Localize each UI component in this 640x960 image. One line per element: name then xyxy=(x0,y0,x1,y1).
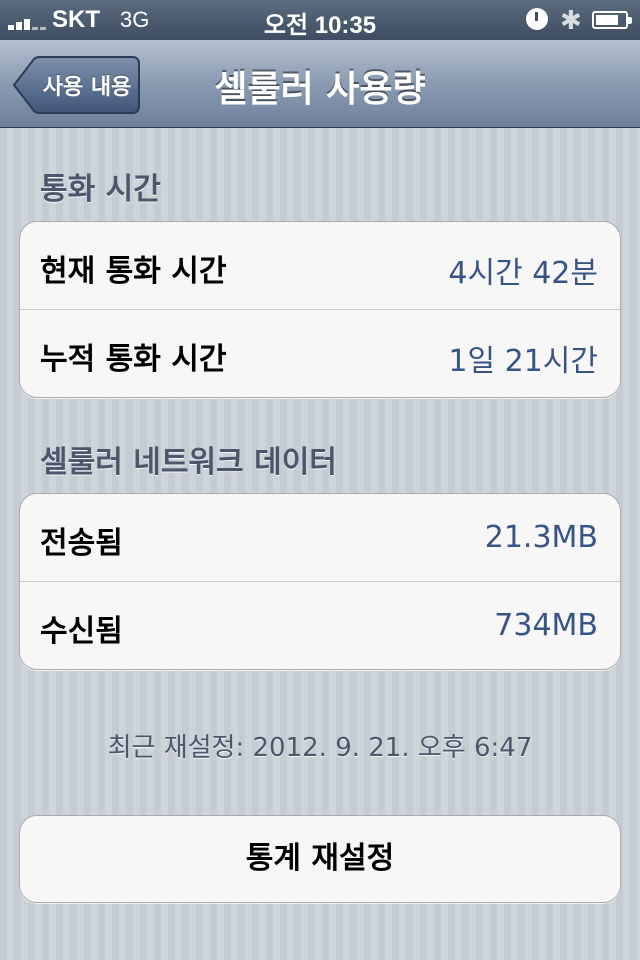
row-label: 현재 통화 시간 xyxy=(40,254,227,289)
status-bar: SKT 3G 오전 10:35 ✱ xyxy=(0,0,640,40)
battery-icon xyxy=(592,11,632,29)
bluetooth-icon: ✱ xyxy=(560,5,582,35)
row-value: 21.3MB xyxy=(484,520,598,555)
back-button[interactable]: 사용 내용 xyxy=(12,56,140,114)
reset-statistics-button[interactable]: 통계 재설정 xyxy=(19,815,621,903)
section-header-call-time: 통화 시간 xyxy=(40,172,161,207)
last-reset-text: 최근 재설정: 2012. 9. 21. 오후 6:47 xyxy=(107,733,533,763)
reset-statistics-label: 통계 재설정 xyxy=(245,841,395,876)
table-row: 수신됨 734MB xyxy=(20,582,620,669)
row-value: 734MB xyxy=(494,608,598,643)
navigation-bar: 사용 내용 셀룰러 사용량 xyxy=(0,40,640,128)
table-row: 누적 통화 시간 1일 21시간 xyxy=(20,310,620,397)
row-label: 누적 통화 시간 xyxy=(40,342,227,377)
row-label: 전송됨 xyxy=(40,526,123,561)
page-title: 셀룰러 사용량 xyxy=(214,69,426,110)
row-value: 1일 21시간 xyxy=(448,344,598,379)
table-row: 현재 통화 시간 4시간 42분 xyxy=(20,222,620,310)
back-button-label: 사용 내용 xyxy=(42,75,132,100)
row-value: 4시간 42분 xyxy=(448,256,598,291)
cellular-data-group: 전송됨 21.3MB 수신됨 734MB xyxy=(19,493,621,670)
row-label: 수신됨 xyxy=(40,614,123,649)
section-header-cellular-data: 셀룰러 네트워크 데이터 xyxy=(40,445,337,480)
alarm-clock-icon xyxy=(526,8,548,30)
call-time-group: 현재 통화 시간 4시간 42분 누적 통화 시간 1일 21시간 xyxy=(19,221,621,398)
table-row: 전송됨 21.3MB xyxy=(20,494,620,582)
